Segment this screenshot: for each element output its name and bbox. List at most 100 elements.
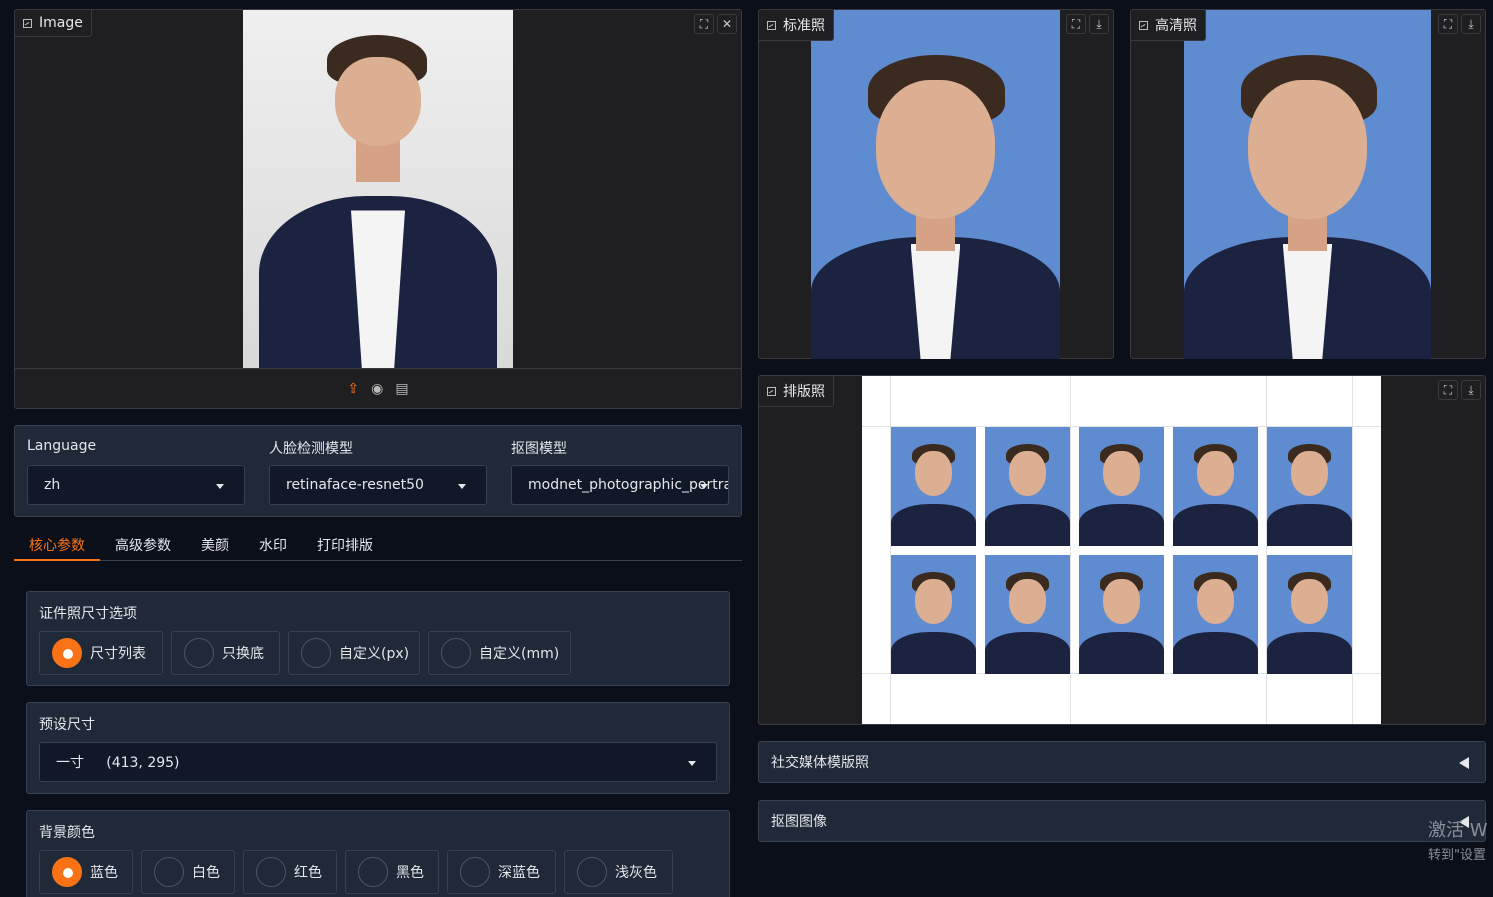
preset-size-group: 预设尺寸 一寸 (413, 295)	[26, 702, 730, 794]
webcam-icon[interactable]: ◉	[371, 381, 383, 397]
bg-color-label: 蓝色	[90, 865, 118, 881]
bg-color-label: 深蓝色	[498, 865, 540, 881]
windows-activation-watermark-sub: 转到"设置	[1428, 848, 1486, 863]
layout-thumb	[1173, 427, 1258, 546]
caret-down-icon	[458, 484, 466, 489]
fullscreen-icon[interactable]: ⛶	[1066, 14, 1086, 34]
layout-thumb	[891, 555, 976, 674]
layout-sheet	[862, 376, 1381, 724]
radio-icon	[256, 857, 286, 887]
radio-icon	[358, 857, 388, 887]
accordion-title: 抠图图像	[771, 814, 827, 830]
matting-model-select[interactable]: modnet_photographic_portra	[511, 465, 729, 505]
hd-photo	[1184, 10, 1431, 359]
download-icon[interactable]: ⤓	[1089, 14, 1109, 34]
settings-tabs: 核心参数 高级参数 美颜 水印 打印排版	[14, 530, 742, 561]
matting-model-label: 抠图模型	[511, 441, 567, 457]
radio-icon	[184, 638, 214, 668]
matting-image-accordion[interactable]: 抠图图像	[758, 800, 1486, 842]
standard-photo-panel: 标准照 ⛶ ⤓	[758, 9, 1114, 359]
bg-color-white[interactable]: 白色	[141, 850, 235, 894]
bg-color-label: 红色	[294, 865, 322, 881]
triangle-left-icon	[1459, 757, 1469, 769]
fullscreen-icon[interactable]: ⛶	[694, 14, 714, 34]
size-option-list[interactable]: 尺寸列表	[39, 631, 163, 675]
hd-photo-label-text: 高清照	[1155, 18, 1197, 34]
layout-thumb	[1079, 555, 1164, 674]
size-option-title: 证件照尺寸选项	[39, 606, 137, 622]
bg-color-label: 黑色	[396, 865, 424, 881]
radio-icon	[577, 857, 607, 887]
preset-size-value: 一寸 (413, 295)	[56, 755, 180, 771]
layout-photo-panel: 排版照 ⛶ ⤓	[758, 375, 1486, 725]
bg-color-group: 背景颜色 蓝色 白色 红色 黑色 深蓝色 浅灰色	[26, 810, 730, 897]
bg-color-light-gray[interactable]: 浅灰色	[564, 850, 673, 894]
accordion-title: 社交媒体模版照	[771, 755, 869, 771]
tab-print-layout[interactable]: 打印排版	[302, 530, 388, 561]
language-select[interactable]: zh	[27, 465, 245, 505]
bg-color-label: 浅灰色	[615, 865, 657, 881]
social-media-template-accordion[interactable]: 社交媒体模版照	[758, 741, 1486, 783]
size-option-bg-only[interactable]: 只换底	[171, 631, 280, 675]
tab-beauty[interactable]: 美颜	[186, 530, 244, 561]
model-settings-panel: Language zh 人脸检测模型 retinaface-resnet50 抠…	[14, 425, 742, 517]
layout-thumb	[985, 427, 1070, 546]
language-value: zh	[44, 477, 61, 493]
image-icon	[23, 18, 32, 28]
size-option-group: 证件照尺寸选项 尺寸列表 只换底 自定义(px) 自定义(mm)	[26, 591, 730, 686]
language-label: Language	[27, 438, 97, 454]
clipboard-icon[interactable]: ▤	[395, 381, 408, 397]
standard-photo	[811, 10, 1060, 359]
bg-color-blue[interactable]: 蓝色	[39, 850, 133, 894]
matting-model-value: modnet_photographic_portra	[528, 477, 729, 493]
fullscreen-icon[interactable]: ⛶	[1438, 380, 1458, 400]
standard-photo-label-text: 标准照	[783, 18, 825, 34]
size-option-label: 只换底	[222, 646, 264, 662]
radio-icon	[460, 857, 490, 887]
layout-thumb	[1267, 555, 1352, 674]
hd-photo-panel: 高清照 ⛶ ⤓	[1130, 9, 1486, 359]
caret-down-icon	[688, 761, 696, 766]
bg-color-black[interactable]: 黑色	[345, 850, 439, 894]
caret-down-icon	[216, 484, 224, 489]
layout-thumb	[985, 555, 1070, 674]
bg-color-label: 白色	[192, 865, 220, 881]
input-photo	[243, 10, 513, 368]
bg-color-dark-blue[interactable]: 深蓝色	[447, 850, 556, 894]
tab-watermark[interactable]: 水印	[244, 530, 302, 561]
upload-icon[interactable]: ⇪	[347, 381, 359, 397]
tab-advanced-params[interactable]: 高级参数	[100, 530, 186, 561]
windows-activation-watermark: 激活 W	[1428, 820, 1488, 841]
standard-photo-label: 标准照	[759, 10, 834, 41]
close-icon[interactable]: ✕	[717, 14, 737, 34]
layout-photo-label: 排版照	[759, 376, 834, 407]
input-image-label-text: Image	[39, 15, 83, 31]
size-option-label: 自定义(mm)	[479, 646, 560, 662]
tab-core-params[interactable]: 核心参数	[14, 530, 100, 561]
fullscreen-icon[interactable]: ⛶	[1438, 14, 1458, 34]
radio-selected-icon	[52, 638, 82, 668]
face-model-select[interactable]: retinaface-resnet50	[269, 465, 487, 505]
caret-down-icon	[700, 484, 708, 489]
radio-icon	[301, 638, 331, 668]
input-image-panel[interactable]: Image ⛶ ✕ ⇪ ◉ ▤	[14, 9, 742, 409]
image-icon	[1139, 20, 1148, 30]
download-icon[interactable]: ⤓	[1461, 380, 1481, 400]
size-option-custom-mm[interactable]: 自定义(mm)	[428, 631, 571, 675]
face-model-label: 人脸检测模型	[269, 441, 353, 457]
preset-size-select[interactable]: 一寸 (413, 295)	[39, 742, 717, 782]
size-option-label: 自定义(px)	[339, 646, 410, 662]
radio-icon	[154, 857, 184, 887]
input-image-label: Image	[15, 10, 92, 37]
layout-thumb	[1079, 427, 1164, 546]
bg-color-red[interactable]: 红色	[243, 850, 337, 894]
size-option-custom-px[interactable]: 自定义(px)	[288, 631, 420, 675]
layout-thumb	[891, 427, 976, 546]
download-icon[interactable]: ⤓	[1461, 14, 1481, 34]
preset-size-title: 预设尺寸	[39, 717, 95, 733]
image-source-bar: ⇪ ◉ ▤	[15, 368, 741, 408]
hd-photo-label: 高清照	[1131, 10, 1206, 41]
layout-thumb	[1267, 427, 1352, 546]
size-option-label: 尺寸列表	[90, 646, 146, 662]
layout-thumb	[1173, 555, 1258, 674]
